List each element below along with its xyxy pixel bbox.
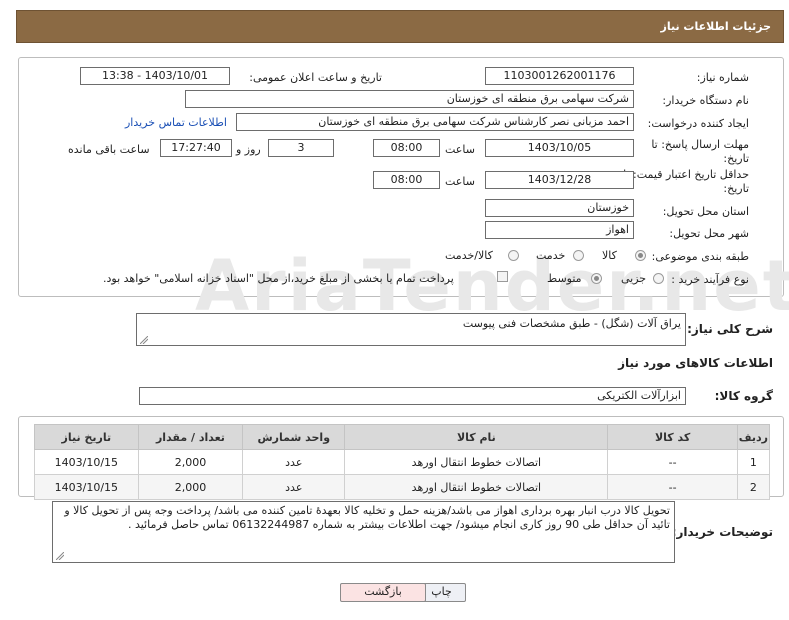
process-radio-medium[interactable] (591, 273, 602, 284)
cell-unit: عدد (242, 449, 346, 475)
need-number-label: شماره نیاز: (696, 71, 749, 84)
announce-field: 1403/10/01 - 13:38 (80, 67, 230, 85)
goods-table: تاریخ نیاز تعداد / مقدار واحد شمارش نام … (34, 424, 771, 500)
process-radio-minor[interactable] (653, 273, 664, 284)
validity-label: حداقل تاریخ اعتبار قیمت: تا (623, 168, 749, 181)
cell-date: 1403/10/15 (34, 449, 139, 475)
remaining-time-field: 17:27:40 (160, 139, 232, 157)
col-row: ردیف (736, 424, 771, 450)
days-label: روز و (236, 143, 261, 156)
cell-unit: عدد (242, 474, 346, 500)
buyer-notes-label: توضیحات خریدار: (671, 525, 773, 539)
col-unit: واحد شمارش (242, 424, 346, 450)
table-row: 1403/10/15 2,000 عدد اتصالات خطوط انتقال… (34, 449, 771, 475)
page-header: جزئیات اطلاعات نیاز (16, 10, 784, 43)
group-field: ابزارآلات الکتریکی (139, 387, 686, 405)
cell-name: اتصالات خطوط انتقال اورهد (344, 474, 609, 500)
payment-text: پرداخت تمام یا بخشی از مبلغ خرید،از محل … (103, 272, 454, 285)
validity-date-field: 1403/12/28 (485, 171, 634, 189)
cell-quantity: 2,000 (137, 449, 244, 475)
goods-section-title: اطلاعات کالاهای مورد نیاز (618, 356, 773, 370)
days-field: 3 (268, 139, 334, 157)
cell-quantity: 2,000 (137, 474, 244, 500)
deadline-date-field: 1403/10/05 (485, 139, 634, 157)
buyer-field: شرکت سهامی برق منطقه ای خوزستان (185, 90, 634, 108)
cell-name: اتصالات خطوط انتقال اورهد (344, 449, 609, 475)
cell-row: 1 (736, 449, 771, 475)
deadline-label: مهلت ارسال پاسخ: تا (651, 138, 749, 151)
table-row: 1403/10/15 2,000 عدد اتصالات خطوط انتقال… (34, 474, 771, 500)
city-label: شهر محل تحویل: (669, 227, 749, 240)
summary-resize-icon[interactable] (140, 336, 148, 344)
category-radio-service[interactable] (573, 250, 584, 261)
process-label: نوع فرآیند خرید : (671, 273, 749, 286)
cell-code: -- (607, 474, 738, 500)
category-option-both: کالا/خدمت (445, 249, 493, 262)
notes-resize-icon[interactable] (56, 552, 64, 560)
process-option-medium: متوسط (547, 272, 582, 285)
deadline-time-label: ساعت (445, 143, 475, 156)
validity-time-field: 08:00 (373, 171, 440, 189)
col-name: نام کالا (344, 424, 609, 450)
col-quantity: تعداد / مقدار (137, 424, 244, 450)
process-option-minor: جزیی (621, 272, 647, 285)
summary-label: شرح کلی نیاز: (687, 322, 773, 336)
buyer-label: نام دستگاه خریدار: (662, 94, 749, 107)
cell-code: -- (607, 449, 738, 475)
category-radio-both[interactable] (508, 250, 519, 261)
buyer-contact-link[interactable]: اطلاعات تماس خریدار (125, 116, 227, 129)
cell-row: 2 (736, 474, 771, 500)
page-title: جزئیات اطلاعات نیاز (660, 20, 772, 33)
city-field: اهواز (485, 221, 634, 239)
creator-label: ایجاد کننده درخواست: (647, 117, 749, 130)
deadline-time-field: 08:00 (373, 139, 440, 157)
deadline-date-label: تاریخ: (723, 152, 749, 165)
creator-field: احمد مزبانی نصر کارشناس شرکت سهامی برق م… (236, 113, 634, 131)
category-label: طبقه بندی موضوعی: (651, 250, 749, 263)
col-date: تاریخ نیاز (34, 424, 139, 450)
remaining-label: ساعت باقی مانده (68, 143, 150, 156)
col-code: کد کالا (607, 424, 738, 450)
validity-time-label: ساعت (445, 175, 475, 188)
group-label: گروه کالا: (714, 389, 773, 403)
buyer-notes-field: تحویل کالا درب انبار بهره برداری اهواز م… (52, 501, 675, 563)
category-radio-goods[interactable] (635, 250, 646, 261)
province-field: خوزستان (485, 199, 634, 217)
need-number-field: 1103001262001176 (485, 67, 634, 85)
province-label: استان محل تحویل: (662, 205, 749, 218)
table-header-row: تاریخ نیاز تعداد / مقدار واحد شمارش نام … (34, 424, 771, 450)
back-button[interactable]: بازگشت (340, 583, 426, 602)
category-option-goods: کالا (602, 249, 617, 262)
validity-date-label: تاریخ: (723, 182, 749, 195)
category-option-service: خدمت (536, 249, 566, 262)
summary-field: یراق آلات (شگل) - طبق مشخصات فنی پیوست (136, 313, 686, 346)
payment-checkbox[interactable] (497, 271, 508, 282)
cell-date: 1403/10/15 (34, 474, 139, 500)
announce-label: تاریخ و ساعت اعلان عمومی: (249, 71, 382, 84)
